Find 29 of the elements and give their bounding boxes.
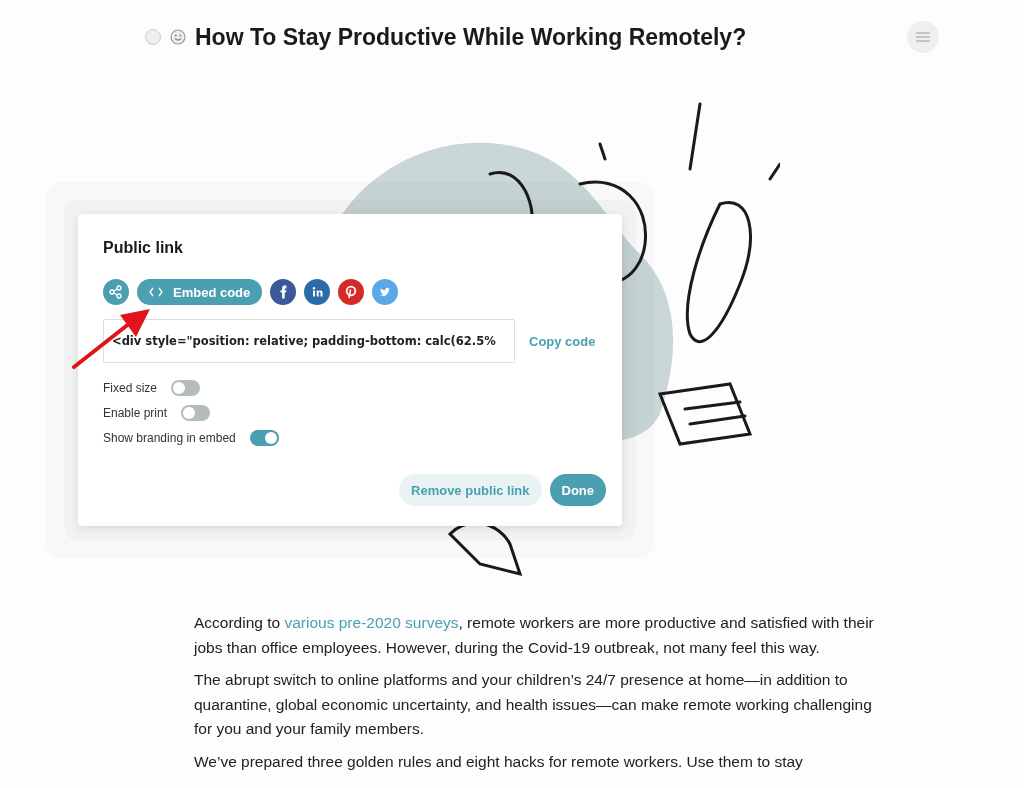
- code-brackets-icon: [149, 287, 163, 297]
- linkedin-button[interactable]: [304, 279, 331, 305]
- toggle-switch[interactable]: [249, 429, 279, 446]
- menu-icon: [916, 32, 930, 42]
- page-title: How To Stay Productive While Working Remotely?: [195, 23, 748, 51]
- share-icon: [107, 283, 125, 301]
- toggle-switch[interactable]: [181, 404, 211, 421]
- paragraph: The abrupt switch to online platforms and your children’s 24/7 presence at home—in addition to quarantine, global economic uncertainty, and health issues—can make remote working challenging for you and your family members.: [194, 670, 873, 739]
- smiley-icon[interactable]: [170, 29, 186, 45]
- dialog-title: Public link: [103, 239, 184, 257]
- paragraph: According to various pre-2020 surveys, remote workers are more productive and satisfied with their jobs than office employees. However, during the Covid-19 outbreak, not many feel this way.: [194, 613, 875, 658]
- toggle-switch[interactable]: [171, 379, 201, 396]
- toggle-label: Show branding in embed: [103, 430, 236, 445]
- menu-button[interactable]: [907, 21, 939, 53]
- embed-code-field[interactable]: <div style="position: relative; padding-bottom: calc(62.5%: [103, 319, 515, 363]
- article-link[interactable]: various pre-2020 surveys: [284, 614, 459, 631]
- paragraph: We’ve prepared three golden rules and eight hacks for remote workers. Use them to stay: [194, 751, 804, 772]
- facebook-button[interactable]: [270, 279, 297, 305]
- embed-code-button[interactable]: Embed code: [137, 279, 263, 305]
- twitter-button[interactable]: [372, 279, 399, 305]
- pinterest-button[interactable]: [338, 279, 365, 305]
- done-button[interactable]: Done: [549, 474, 606, 506]
- share-button[interactable]: [103, 279, 129, 305]
- toggle-label: Fixed size: [103, 380, 158, 395]
- remove-link-button[interactable]: Remove public link: [399, 474, 542, 506]
- facebook-icon: [279, 285, 287, 299]
- toggle-label: Enable print: [103, 405, 168, 420]
- circle-icon[interactable]: [145, 29, 161, 45]
- copy-code-link[interactable]: Copy code: [529, 333, 596, 349]
